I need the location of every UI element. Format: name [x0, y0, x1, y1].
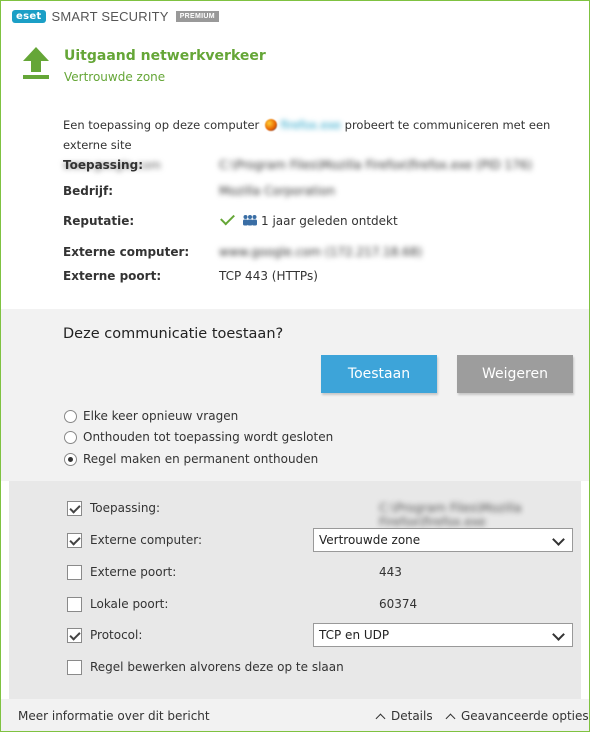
option-label: Externe poort:	[90, 565, 177, 579]
checkbox[interactable]	[67, 596, 82, 612]
option-application[interactable]: Toepassing: C:\Program Files\Mozilla Fir…	[67, 497, 567, 529]
advanced-options-toggle[interactable]: Geavanceerde opties	[445, 709, 589, 723]
checkbox-checked[interactable]	[67, 500, 82, 516]
info-value: TCP 443 (HTTPs)	[219, 269, 318, 283]
deny-button[interactable]: Weigeren	[457, 355, 573, 393]
info-value: www.google.com (172.217.18.68)	[219, 245, 423, 259]
option-label: Lokale poort:	[90, 597, 169, 611]
info-label: Toepassing:	[63, 158, 143, 172]
firefox-icon	[264, 119, 277, 131]
protocol-select[interactable]: TCP en UDP	[313, 623, 573, 647]
option-label: Externe computer:	[90, 533, 203, 547]
checkbox-checked[interactable]	[67, 627, 82, 643]
option-label: Protocol:	[90, 628, 143, 642]
app-name: SMART SECURITY	[51, 8, 169, 24]
reputation-text: 1 jaar geleden ontdekt	[261, 214, 398, 228]
question-title: Deze communicatie toestaan?	[63, 326, 284, 342]
footer-bar: Meer informatie over dit bericht Details…	[1, 699, 589, 731]
option-value: C:\Program Files\Mozilla Firefox\firefox…	[379, 501, 522, 529]
option-remote-port[interactable]: Externe poort: 443	[67, 561, 567, 583]
option-local-port[interactable]: Lokale poort: 60374	[67, 593, 567, 615]
radio-label: Regel maken en permanent onthouden	[83, 452, 319, 466]
connection-info: Een toepassing op deze computer firefox.…	[1, 101, 589, 309]
application-link[interactable]: firefox.exe	[281, 118, 341, 132]
select-value: TCP en UDP	[319, 628, 390, 642]
option-value: 60374	[379, 597, 418, 611]
chevron-up-icon	[445, 713, 456, 723]
radio-label: Elke keer opnieuw vragen	[83, 409, 239, 423]
reputation-value: 1 jaar geleden ontdekt	[219, 210, 398, 228]
more-info-link[interactable]: Meer informatie over dit bericht	[18, 709, 210, 723]
allow-button[interactable]: Toestaan	[321, 355, 437, 393]
checkbox[interactable]	[67, 659, 82, 675]
info-value: C:\Program Files\Mozilla Firefox\firefox…	[219, 158, 533, 172]
radio-button[interactable]	[64, 430, 77, 444]
info-label: Bedrijf:	[63, 184, 114, 198]
checkbox-checked[interactable]	[67, 532, 82, 548]
description-text-start: Een toepassing op deze computer	[63, 118, 260, 132]
edition-badge: PREMIUM	[175, 10, 219, 22]
decision-section: Deze communicatie toestaan? Toestaan Wei…	[1, 309, 589, 481]
check-icon	[220, 210, 235, 226]
option-value: 443	[379, 565, 402, 579]
alert-header: Uitgaand netwerkverkeer Vertrouwde zone	[1, 31, 589, 101]
details-label: Details	[391, 709, 433, 723]
chevron-down-icon	[552, 628, 565, 641]
radio-ask-every-time[interactable]: Elke keer opnieuw vragen	[64, 409, 238, 423]
option-label: Toepassing:	[90, 501, 161, 515]
rule-options: Toepassing: C:\Program Files\Mozilla Fir…	[9, 481, 581, 699]
arrow-up-icon	[23, 47, 49, 79]
alert-subtitle: Vertrouwde zone	[64, 70, 166, 84]
chevron-up-icon	[375, 713, 386, 723]
radio-button-selected[interactable]	[64, 452, 77, 466]
chevron-down-icon	[552, 533, 565, 546]
option-edit-rule[interactable]: Regel bewerken alvorens deze op te slaan	[67, 656, 567, 678]
radio-label: Onthouden tot toepassing wordt gesloten	[83, 430, 334, 444]
select-value: Vertrouwde zone	[319, 533, 421, 547]
alert-title: Uitgaand netwerkverkeer	[64, 48, 266, 64]
advanced-options-label: Geavanceerde opties	[461, 709, 589, 723]
title-bar: eset SMART SECURITY PREMIUM	[1, 1, 589, 31]
eset-logo: eset	[12, 9, 46, 23]
eset-alert-window: eset SMART SECURITY PREMIUM Uitgaand net…	[0, 0, 590, 732]
radio-button[interactable]	[64, 409, 77, 423]
info-label: Externe poort:	[63, 269, 162, 283]
details-toggle[interactable]: Details	[375, 709, 433, 723]
company-link[interactable]: Mozilla Corporation	[219, 184, 335, 198]
remote-computer-select[interactable]: Vertrouwde zone	[313, 528, 573, 552]
checkbox[interactable]	[67, 564, 82, 580]
radio-create-rule[interactable]: Regel maken en permanent onthouden	[64, 452, 318, 466]
info-label: Externe computer:	[63, 245, 190, 259]
users-icon	[243, 215, 257, 226]
option-label: Regel bewerken alvorens deze op te slaan	[90, 660, 344, 674]
info-label: Reputatie:	[63, 214, 135, 228]
radio-remember-until-close[interactable]: Onthouden tot toepassing wordt gesloten	[64, 430, 333, 444]
